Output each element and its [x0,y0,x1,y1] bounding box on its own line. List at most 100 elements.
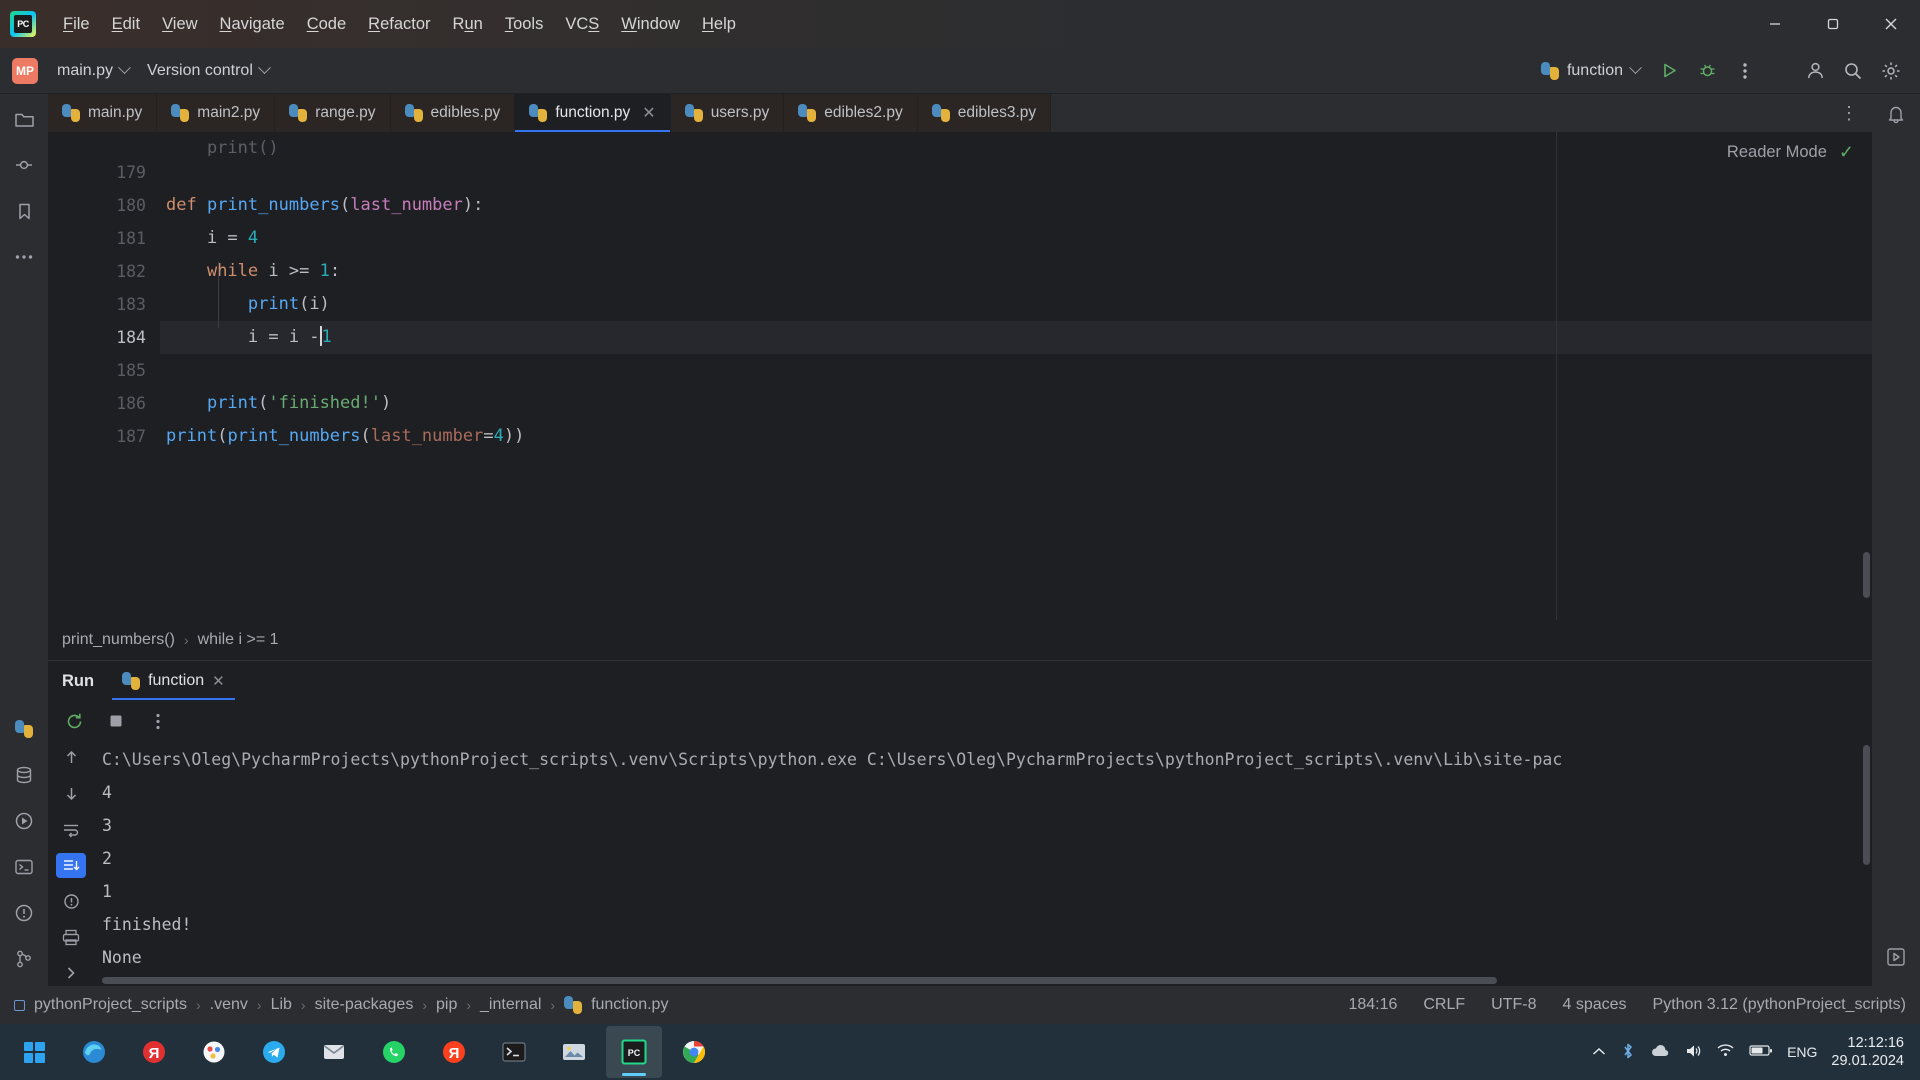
menu-navigate[interactable]: Navigate [209,10,296,39]
breadcrumb-item[interactable]: print_numbers() [62,631,175,649]
code-text[interactable]: print() def print_numbers(last_number): … [160,132,1872,620]
console-vertical-scrollbar[interactable] [1863,745,1870,865]
print-icon[interactable] [56,924,86,950]
search-icon[interactable] [1836,54,1870,88]
yandex-browser-icon[interactable]: Я [126,1026,182,1078]
status-breadcrumb-item[interactable]: _internal [480,996,541,1014]
account-icon[interactable] [1798,54,1832,88]
debug-button[interactable] [1690,54,1724,88]
menu-tools[interactable]: Tools [494,10,555,39]
more-tool-windows-icon[interactable] [9,242,39,272]
more-actions-button[interactable] [1728,54,1762,88]
editor-tab-main2[interactable]: main2.py [157,94,276,132]
project-badge[interactable]: MP [12,57,38,84]
file-encoding[interactable]: UTF-8 [1491,996,1536,1014]
code-editor[interactable]: 179 180 181 182 183 184 185 186 187 prin… [48,132,1872,620]
status-breadcrumb-item[interactable]: .venv [210,996,248,1014]
run-tab-function[interactable]: function ✕ [112,664,235,700]
menu-code[interactable]: Code [296,10,357,39]
editor-tab-range[interactable]: range.py [275,94,391,132]
maximize-button[interactable] [1804,0,1862,48]
database-icon[interactable] [9,760,39,790]
more-actions-icon[interactable]: ⋮ [1840,104,1858,122]
bookmarks-tool-icon[interactable] [9,196,39,226]
menu-refactor[interactable]: Refactor [357,10,441,39]
wifi-icon[interactable] [1716,1043,1735,1061]
line-separator[interactable]: CRLF [1423,996,1465,1014]
version-control-tool-icon[interactable] [9,944,39,974]
close-button[interactable] [1862,0,1920,48]
editor-vertical-scrollbar[interactable] [1863,552,1870,598]
taskbar-clock[interactable]: 12:12:16 29.01.2024 [1831,1034,1904,1070]
mail-icon[interactable] [306,1026,362,1078]
chrome-icon[interactable] [666,1026,722,1078]
menu-file[interactable]: File [52,10,101,39]
project-selector[interactable]: main.py [48,57,138,85]
editor-tab-function[interactable]: function.py ✕ [515,94,671,132]
more-actions-button[interactable] [144,707,172,735]
terminal-tool-icon[interactable] [9,852,39,882]
caret-position[interactable]: 184:16 [1348,996,1397,1014]
edge-icon[interactable] [66,1026,122,1078]
run-button[interactable] [1652,54,1686,88]
whatsapp-icon[interactable] [366,1026,422,1078]
status-breadcrumb-item[interactable]: site-packages [315,996,414,1014]
interpreter-selector[interactable]: Python 3.12 (pythonProject_scripts) [1653,996,1906,1014]
down-arrow-icon[interactable] [56,781,86,807]
alert-icon[interactable] [56,888,86,914]
console-output[interactable]: C:\Users\Oleg\PycharmProjects\pythonProj… [94,741,1872,986]
status-breadcrumb-item[interactable]: pip [436,996,457,1014]
editor-tab-main[interactable]: main.py [48,94,158,132]
minimize-button[interactable] [1746,0,1804,48]
menu-window[interactable]: Window [610,10,691,39]
reader-mode-indicator[interactable]: Reader Mode ✓ [1727,142,1854,163]
battery-icon[interactable] [1749,1044,1773,1060]
indent-setting[interactable]: 4 spaces [1562,996,1626,1014]
onedrive-icon[interactable] [1650,1044,1670,1061]
paint-icon[interactable] [186,1026,242,1078]
windows-start-icon[interactable] [6,1026,62,1078]
run-anything-icon[interactable] [1886,947,1906,972]
pycharm-icon[interactable]: PC [606,1026,662,1078]
run-tool-icon[interactable] [9,806,39,836]
bluetooth-icon[interactable] [1620,1042,1636,1063]
problems-tool-icon[interactable] [9,898,39,928]
status-breadcrumb: pythonProject_scripts › .venv › Lib › si… [14,996,668,1014]
menu-vcs[interactable]: VCS [554,10,610,39]
rerun-button[interactable] [60,707,88,735]
close-icon[interactable]: ✕ [212,672,225,690]
volume-icon[interactable] [1684,1043,1702,1062]
editor-tab-users[interactable]: users.py [670,94,785,132]
project-tool-icon[interactable] [9,104,39,134]
language-indicator[interactable]: ENG [1787,1044,1817,1060]
commit-tool-icon[interactable] [9,150,39,180]
editor-tab-edibles[interactable]: edibles.py [390,94,516,132]
terminal-icon[interactable] [486,1026,542,1078]
menu-view[interactable]: View [151,10,208,39]
settings-icon[interactable] [1874,54,1908,88]
status-breadcrumb-item[interactable]: Lib [271,996,292,1014]
show-hidden-icons[interactable] [1592,1044,1606,1060]
menu-help[interactable]: Help [691,10,747,39]
menu-run[interactable]: Run [442,10,494,39]
close-icon[interactable]: ✕ [642,103,655,123]
menu-edit[interactable]: Edit [101,10,151,39]
console-horizontal-scrollbar[interactable] [102,977,1497,984]
version-control-selector[interactable]: Version control [138,57,278,85]
python-console-icon[interactable] [9,714,39,744]
notifications-icon[interactable] [1886,104,1906,129]
run-configuration-selector[interactable]: function [1533,57,1648,85]
stop-button[interactable] [102,707,130,735]
telegram-icon[interactable] [246,1026,302,1078]
up-arrow-icon[interactable] [56,745,86,771]
breadcrumb-item[interactable]: while i >= 1 [198,631,279,649]
photos-icon[interactable] [546,1026,602,1078]
expand-icon[interactable] [56,960,86,986]
status-breadcrumb-item[interactable]: pythonProject_scripts [34,996,187,1014]
yandex-icon[interactable]: Я [426,1026,482,1078]
scroll-to-end-icon[interactable] [56,852,86,879]
status-breadcrumb-item[interactable]: function.py [591,996,668,1014]
editor-tab-edibles2[interactable]: edibles2.py [784,94,918,132]
soft-wrap-icon[interactable] [56,817,86,843]
editor-tab-edibles3[interactable]: edibles3.py [917,94,1052,132]
